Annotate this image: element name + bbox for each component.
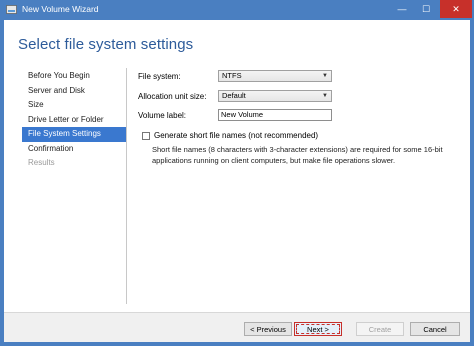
window-title: New Volume Wizard xyxy=(22,4,99,14)
previous-button[interactable]: < Previous xyxy=(244,322,292,336)
wizard-client-area: Select file system settings Before You B… xyxy=(4,20,470,342)
allocation-unit-label: Allocation unit size: xyxy=(138,92,207,101)
nav-divider xyxy=(126,68,127,304)
page-title: Select file system settings xyxy=(18,36,194,53)
allocation-unit-select[interactable]: Default ▼ xyxy=(218,90,332,102)
close-button[interactable]: ✕ xyxy=(440,0,472,18)
file-system-value: NTFS xyxy=(222,71,242,80)
nav-item-size[interactable]: Size xyxy=(22,98,126,113)
nav-item-drive-letter[interactable]: Drive Letter or Folder xyxy=(22,113,126,128)
minimize-button[interactable]: — xyxy=(390,0,414,18)
chevron-down-icon: ▼ xyxy=(322,73,328,79)
cancel-button[interactable]: Cancel xyxy=(410,322,460,336)
volume-label-label: Volume label: xyxy=(138,111,187,120)
nav-item-confirmation[interactable]: Confirmation xyxy=(22,142,126,157)
wizard-step-list: Before You Begin Server and Disk Size Dr… xyxy=(22,69,126,171)
short-names-description: Short file names (8 characters with 3-ch… xyxy=(152,145,443,165)
disk-icon xyxy=(6,5,17,14)
file-system-label: File system: xyxy=(138,72,181,81)
nav-item-before-you-begin[interactable]: Before You Begin xyxy=(22,69,126,84)
volume-label-input[interactable]: New Volume xyxy=(218,109,332,121)
nav-item-server-and-disk[interactable]: Server and Disk xyxy=(22,84,126,99)
nav-item-results: Results xyxy=(28,158,55,167)
short-names-label[interactable]: Generate short file names (not recommend… xyxy=(154,131,318,140)
wizard-footer: < Previous Next > Create Cancel xyxy=(4,313,470,342)
maximize-button[interactable]: ☐ xyxy=(414,0,438,18)
chevron-down-icon: ▼ xyxy=(322,93,328,99)
allocation-unit-value: Default xyxy=(222,91,246,100)
next-button[interactable]: Next > xyxy=(294,322,342,336)
short-names-checkbox[interactable] xyxy=(142,132,150,140)
wizard-window: New Volume Wizard — ☐ ✕ Select file syst… xyxy=(0,0,474,346)
title-bar[interactable]: New Volume Wizard — ☐ ✕ xyxy=(0,0,474,20)
nav-item-file-system-settings[interactable]: File System Settings xyxy=(22,127,126,142)
create-button: Create xyxy=(356,322,404,336)
file-system-select[interactable]: NTFS ▼ xyxy=(218,70,332,82)
